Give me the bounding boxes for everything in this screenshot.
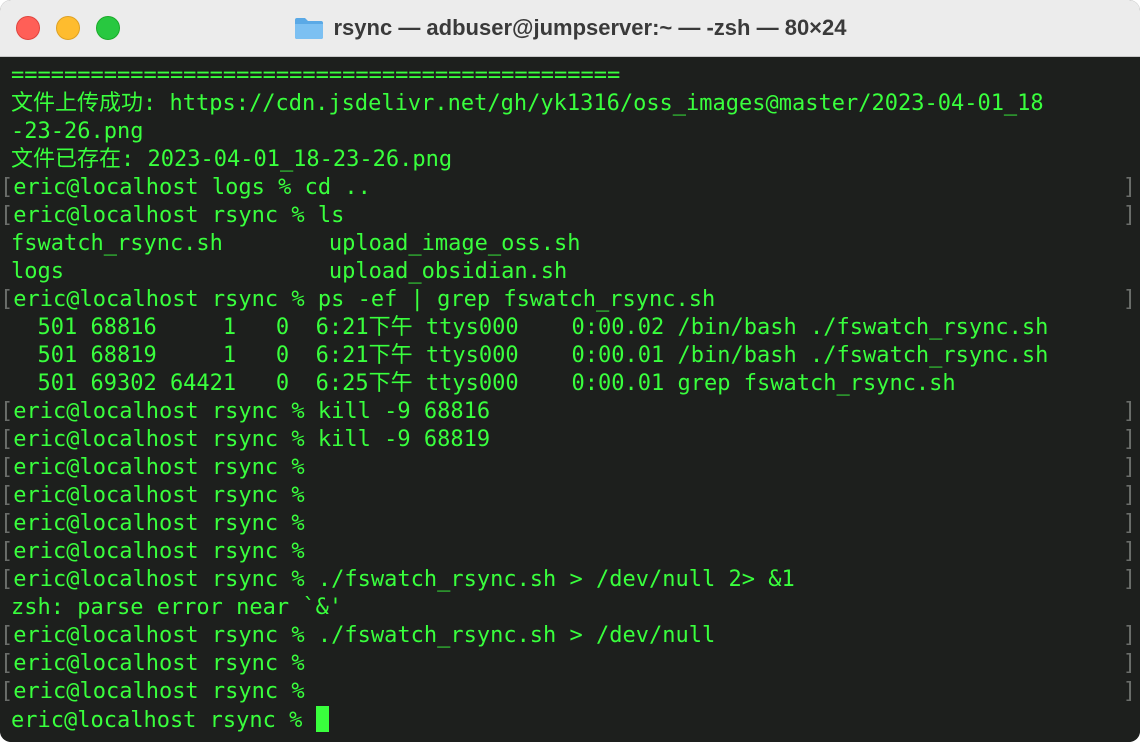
title-bar[interactable]: rsync — adbuser@jumpserver:~ — -zsh — 80…	[0, 0, 1140, 57]
mark-bracket-right: ]	[1122, 455, 1136, 480]
terminal-prompt-line: [eric@localhost rsync %]	[0, 650, 1140, 678]
line-text: eric@localhost rsync %	[13, 511, 305, 536]
mark-bracket-right: ]	[1122, 175, 1136, 200]
line-text: eric@localhost rsync %	[13, 483, 305, 508]
line-text: eric@localhost rsync % ls	[13, 203, 345, 228]
line-text: 文件上传成功: https://cdn.jsdelivr.net/gh/yk13…	[11, 91, 1044, 116]
folder-icon	[294, 16, 324, 40]
mark-bracket-right: ]	[1122, 203, 1136, 228]
line-text: eric@localhost logs % cd ..	[13, 175, 371, 200]
terminal-prompt-line: [eric@localhost rsync %]	[0, 538, 1140, 566]
window-title-container: rsync — adbuser@jumpserver:~ — -zsh — 80…	[0, 0, 1140, 56]
terminal-prompt-line: [eric@localhost rsync %]	[0, 510, 1140, 538]
terminal-output-line: logs upload_obsidian.sh	[0, 258, 1140, 286]
mark-bracket-right: ]	[1122, 427, 1136, 452]
terminal-output-line: 501 69302 64421 0 6:25下午 ttys000 0:00.01…	[0, 370, 1140, 398]
window-title: rsync — adbuser@jumpserver:~ — -zsh — 80…	[333, 15, 847, 40]
mark-bracket-left: [	[0, 511, 14, 536]
terminal-prompt-line: [eric@localhost rsync % kill -9 68819]	[0, 426, 1140, 454]
line-text: eric@localhost rsync %	[11, 708, 316, 733]
terminal-prompt-line: [eric@localhost rsync %]	[0, 678, 1140, 706]
line-text: 501 69302 64421 0 6:25下午 ttys000 0:00.01…	[11, 371, 956, 396]
mark-bracket-left: [	[0, 623, 14, 648]
mark-bracket-left: [	[0, 175, 14, 200]
mark-bracket-left: [	[0, 651, 14, 676]
mark-bracket-right: ]	[1122, 287, 1136, 312]
mark-bracket-right: ]	[1122, 679, 1136, 704]
terminal-prompt-line: [eric@localhost rsync % kill -9 68816]	[0, 398, 1140, 426]
line-text: ========================================…	[11, 63, 621, 88]
terminal-prompt-line: [eric@localhost rsync % ps -ef | grep fs…	[0, 286, 1140, 314]
mark-bracket-right: ]	[1122, 623, 1136, 648]
terminal-output-line: -23-26.png	[0, 118, 1140, 146]
mark-bracket-left: [	[0, 679, 14, 704]
mark-bracket-left: [	[0, 483, 14, 508]
terminal-output-line: ========================================…	[0, 62, 1140, 90]
line-text: 文件已存在: 2023-04-01_18-23-26.png	[11, 147, 453, 172]
terminal-prompt-line: eric@localhost rsync %	[0, 706, 1140, 734]
mark-bracket-left: [	[0, 539, 14, 564]
mark-bracket-right: ]	[1122, 539, 1136, 564]
mark-bracket-left: [	[0, 399, 14, 424]
line-text: eric@localhost rsync %	[13, 455, 305, 480]
terminal-output-line: zsh: parse error near `&'	[0, 594, 1140, 622]
line-text: eric@localhost rsync % ./fswatch_rsync.s…	[13, 567, 795, 592]
mark-bracket-left: [	[0, 567, 14, 592]
line-text: fswatch_rsync.sh upload_image_oss.sh	[11, 231, 581, 256]
mark-bracket-right: ]	[1122, 483, 1136, 508]
line-text: 501 68816 1 0 6:21下午 ttys000 0:00.02 /bi…	[11, 315, 1049, 340]
terminal-output-line: 文件上传成功: https://cdn.jsdelivr.net/gh/yk13…	[0, 90, 1140, 118]
text-cursor	[315, 706, 329, 732]
mark-bracket-left: [	[0, 287, 14, 312]
terminal-prompt-line: [eric@localhost rsync % ./fswatch_rsync.…	[0, 566, 1140, 594]
terminal-area[interactable]: ========================================…	[0, 57, 1140, 742]
terminal-prompt-line: [eric@localhost logs % cd ..]	[0, 174, 1140, 202]
line-text: eric@localhost rsync %	[13, 651, 305, 676]
line-text: 501 68819 1 0 6:21下午 ttys000 0:00.01 /bi…	[11, 343, 1049, 368]
mark-bracket-right: ]	[1122, 399, 1136, 424]
mark-bracket-left: [	[0, 203, 14, 228]
line-text: eric@localhost rsync % ./fswatch_rsync.s…	[13, 623, 716, 648]
mark-bracket-right: ]	[1122, 567, 1136, 592]
terminal-output-line: 501 68816 1 0 6:21下午 ttys000 0:00.02 /bi…	[0, 314, 1140, 342]
mark-bracket-left: [	[0, 427, 14, 452]
terminal-window: rsync — adbuser@jumpserver:~ — -zsh — 80…	[0, 0, 1140, 742]
line-text: eric@localhost rsync %	[13, 679, 305, 704]
terminal-output-line: 文件已存在: 2023-04-01_18-23-26.png	[0, 146, 1140, 174]
terminal-prompt-line: [eric@localhost rsync % ls]	[0, 202, 1140, 230]
line-text: logs upload_obsidian.sh	[11, 259, 568, 284]
terminal-output-line: fswatch_rsync.sh upload_image_oss.sh	[0, 230, 1140, 258]
line-text: -23-26.png	[11, 119, 144, 144]
terminal-prompt-line: [eric@localhost rsync %]	[0, 454, 1140, 482]
line-text: eric@localhost rsync % kill -9 68816	[13, 399, 491, 424]
mark-bracket-right: ]	[1122, 511, 1136, 536]
line-text: eric@localhost rsync % ps -ef | grep fsw…	[13, 287, 716, 312]
line-text: eric@localhost rsync %	[13, 539, 305, 564]
terminal-output-line: 501 68819 1 0 6:21下午 ttys000 0:00.01 /bi…	[0, 342, 1140, 370]
mark-bracket-right: ]	[1122, 651, 1136, 676]
mark-bracket-left: [	[0, 455, 14, 480]
line-text: eric@localhost rsync % kill -9 68819	[13, 427, 491, 452]
terminal-prompt-line: [eric@localhost rsync %]	[0, 482, 1140, 510]
line-text: zsh: parse error near `&'	[11, 595, 343, 620]
terminal-lines: ========================================…	[0, 62, 1140, 734]
terminal-prompt-line: [eric@localhost rsync % ./fswatch_rsync.…	[0, 622, 1140, 650]
